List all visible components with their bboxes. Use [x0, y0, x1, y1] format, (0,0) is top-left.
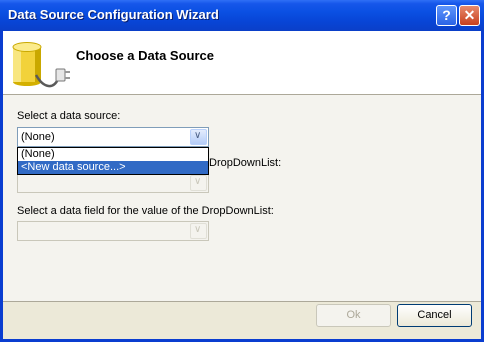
dropdown-option-new-data-source[interactable]: <New data source...>: [18, 161, 208, 174]
value-field-label: Select a data field for the value of the…: [17, 205, 274, 217]
value-field-select[interactable]: ∨: [17, 221, 209, 241]
chevron-down-icon[interactable]: ∨: [190, 129, 207, 145]
ok-button[interactable]: Ok: [316, 304, 391, 327]
source-label: Select a data source:: [17, 110, 121, 122]
display-field-select[interactable]: ∨: [17, 173, 209, 193]
cancel-button[interactable]: Cancel: [397, 304, 472, 327]
help-button[interactable]: ?: [436, 5, 457, 26]
wizard-header: Choose a Data Source: [3, 31, 481, 95]
data-source-dropdown-list: (None) <New data source...>: [17, 147, 209, 175]
window-title: Data Source Configuration Wizard: [8, 7, 219, 22]
page-title: Choose a Data Source: [76, 48, 214, 63]
data-source-value: (None): [21, 131, 55, 143]
display-field-label: DropDownList:: [209, 157, 282, 169]
close-button[interactable]: ✕: [459, 5, 480, 26]
dialog-client: Choose a Data Source Select a data sourc…: [3, 31, 481, 339]
dropdown-option-none[interactable]: (None): [18, 148, 208, 161]
data-source-select[interactable]: (None) ∨: [17, 127, 209, 147]
footer-divider: [3, 301, 481, 302]
wizard-window: Data Source Configuration Wizard ? ✕ Cho…: [0, 0, 484, 342]
title-bar[interactable]: Data Source Configuration Wizard ? ✕: [0, 0, 484, 31]
wizard-content: Select a data source: (None) ∨ DropDownL…: [3, 95, 481, 301]
database-plug-icon: [12, 42, 70, 88]
chevron-down-icon: ∨: [190, 223, 207, 239]
chevron-down-icon: ∨: [190, 175, 207, 191]
